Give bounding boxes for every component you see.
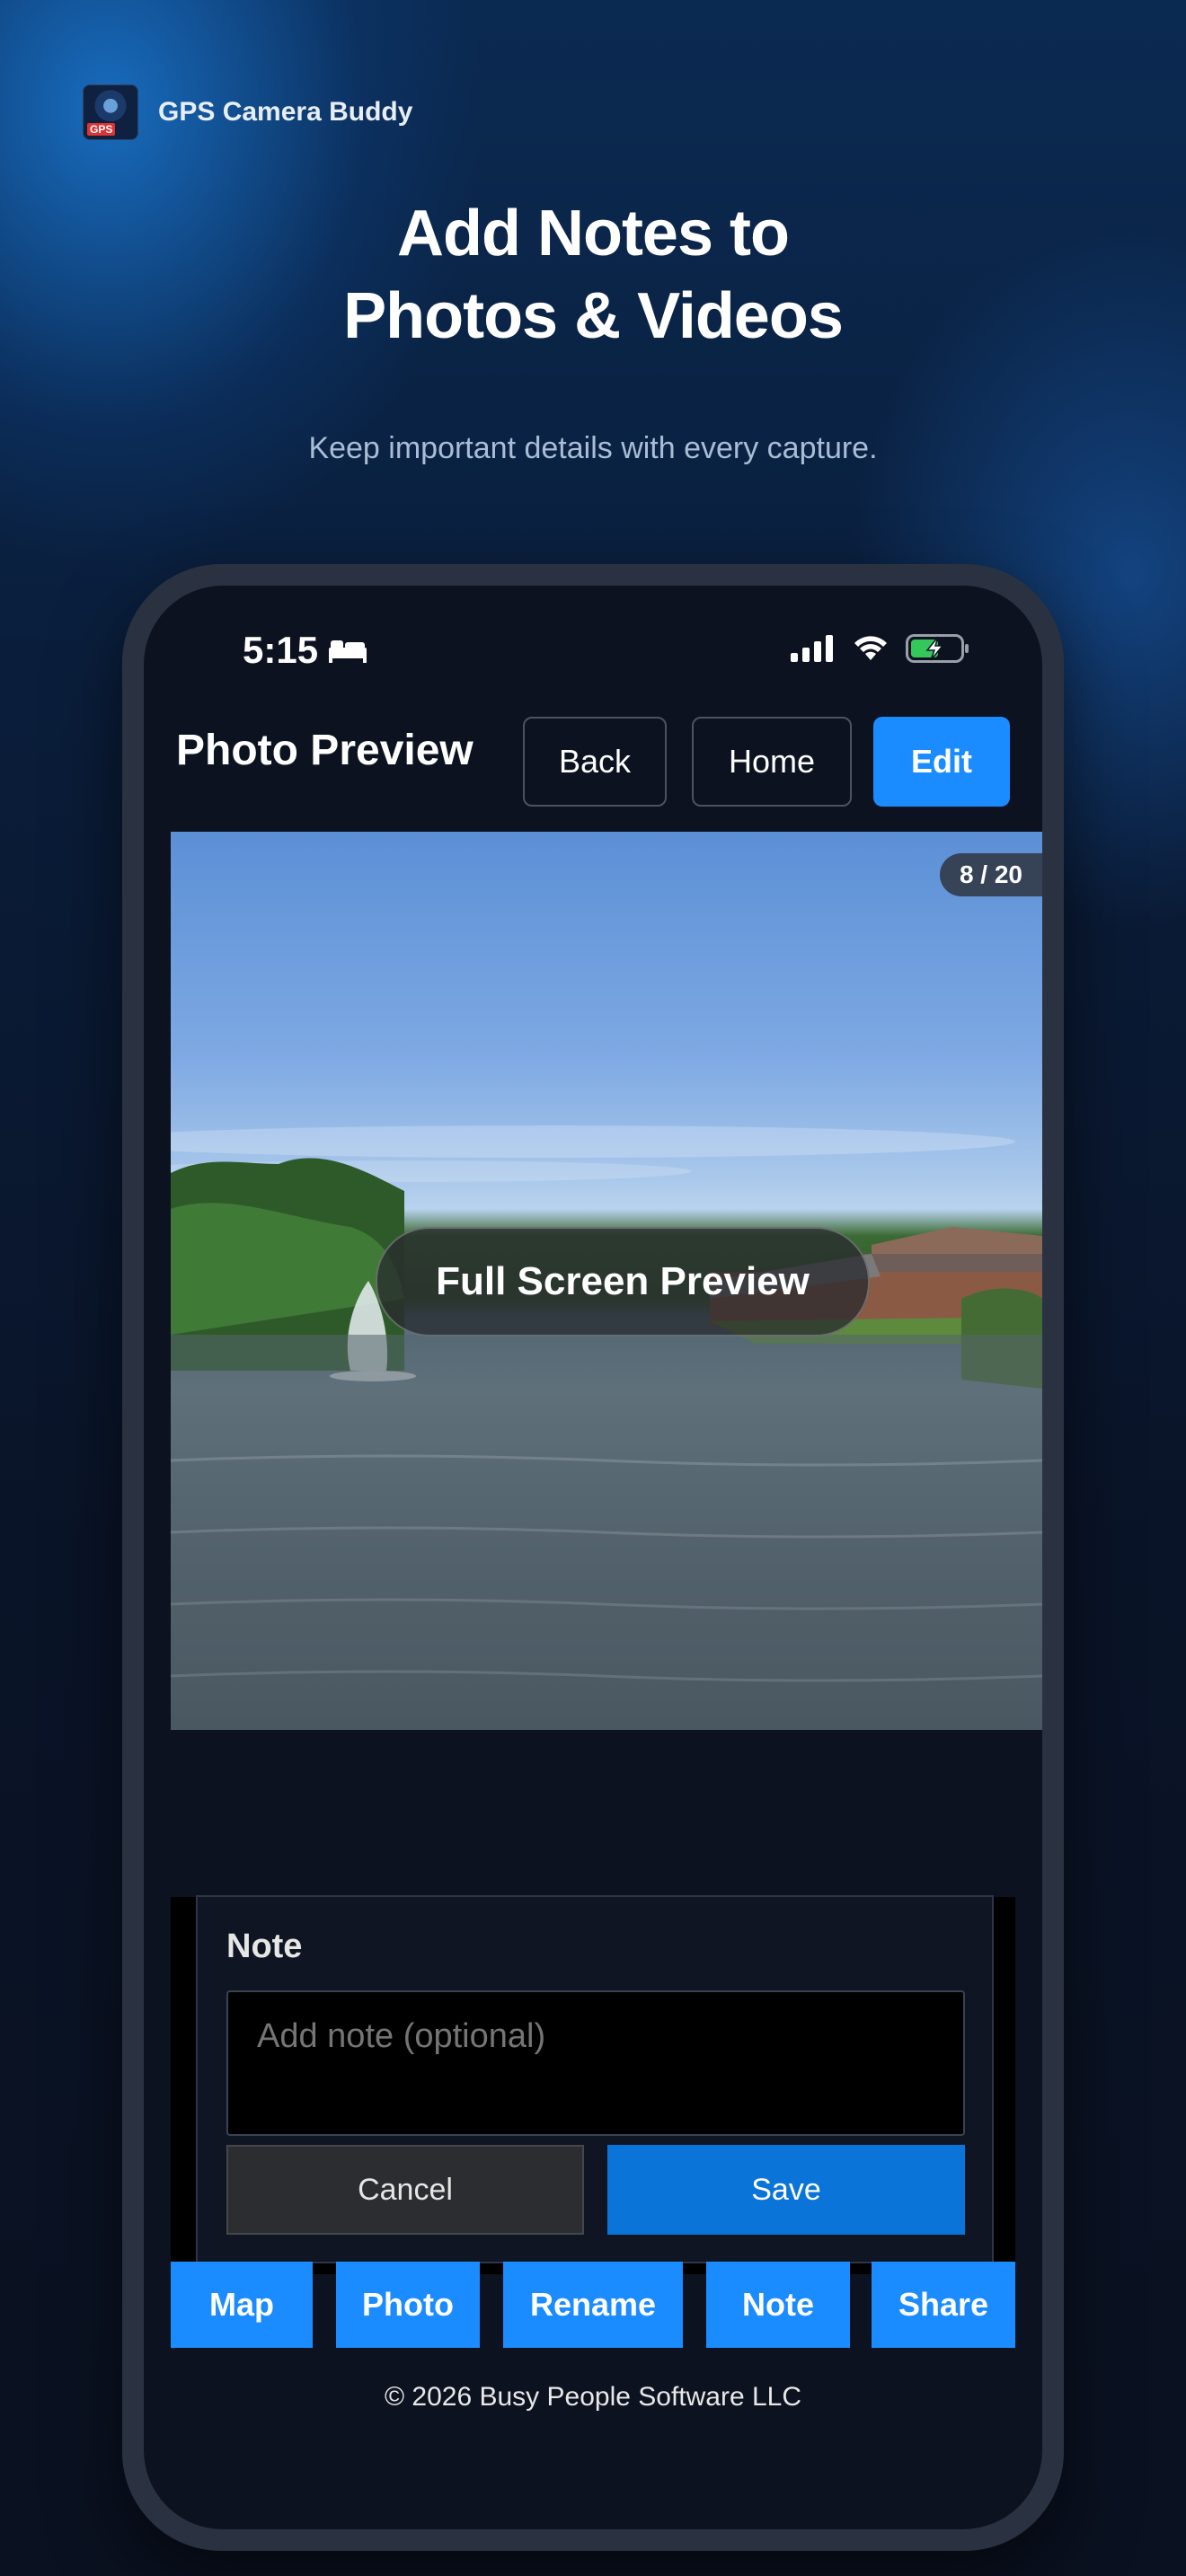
app-logo-icon: GPS xyxy=(83,84,138,140)
status-time-text: 5:15 xyxy=(243,629,319,671)
photo-button[interactable]: Photo xyxy=(336,2262,480,2348)
headline-line-1: Add Notes to xyxy=(397,198,790,269)
rename-button[interactable]: Rename xyxy=(503,2262,683,2348)
headline-line-2: Photos & Videos xyxy=(343,280,844,352)
phone-screen: 5:15 Photo Preview Back Home Edit 8 / 20… xyxy=(144,586,1042,2529)
edit-button[interactable]: Edit xyxy=(873,717,1010,807)
full-screen-preview-button[interactable]: Full Screen Preview xyxy=(376,1227,870,1337)
home-button[interactable]: Home xyxy=(692,717,852,807)
logo-gps-tag: GPS xyxy=(87,123,116,136)
copyright-text: © 2026 Busy People Software LLC xyxy=(384,2382,802,2412)
back-button[interactable]: Back xyxy=(523,717,667,807)
photo-preview[interactable]: 8 / 20 Full Screen Preview xyxy=(171,832,1042,1730)
share-button[interactable]: Share xyxy=(872,2262,1015,2348)
status-icons xyxy=(791,634,970,663)
battery-charging-icon xyxy=(906,634,969,663)
brand-name: GPS Camera Buddy xyxy=(158,97,413,127)
note-button[interactable]: Note xyxy=(706,2262,850,2348)
note-panel: Note Cancel Save xyxy=(196,1895,994,2263)
headline: Add Notes to Photos & Videos xyxy=(0,192,1186,357)
save-button[interactable]: Save xyxy=(607,2145,965,2235)
app-header: Photo Preview Back Home Edit xyxy=(144,699,1042,816)
note-label: Note xyxy=(226,1928,303,1965)
signal-icon xyxy=(791,635,833,662)
subheadline: Keep important details with every captur… xyxy=(308,431,878,465)
action-toolbar: Map Photo Rename Note Share xyxy=(144,2262,1042,2348)
status-time: 5:15 xyxy=(243,629,368,672)
cancel-button[interactable]: Cancel xyxy=(226,2145,584,2235)
photo-counter-badge: 8 / 20 xyxy=(939,853,1042,896)
map-button[interactable]: Map xyxy=(171,2262,313,2348)
bed-icon xyxy=(329,640,367,663)
note-input[interactable] xyxy=(226,1990,965,2136)
brand-header: GPS GPS Camera Buddy xyxy=(83,84,412,140)
page-title: Photo Preview xyxy=(176,727,474,774)
wifi-icon xyxy=(854,636,887,660)
